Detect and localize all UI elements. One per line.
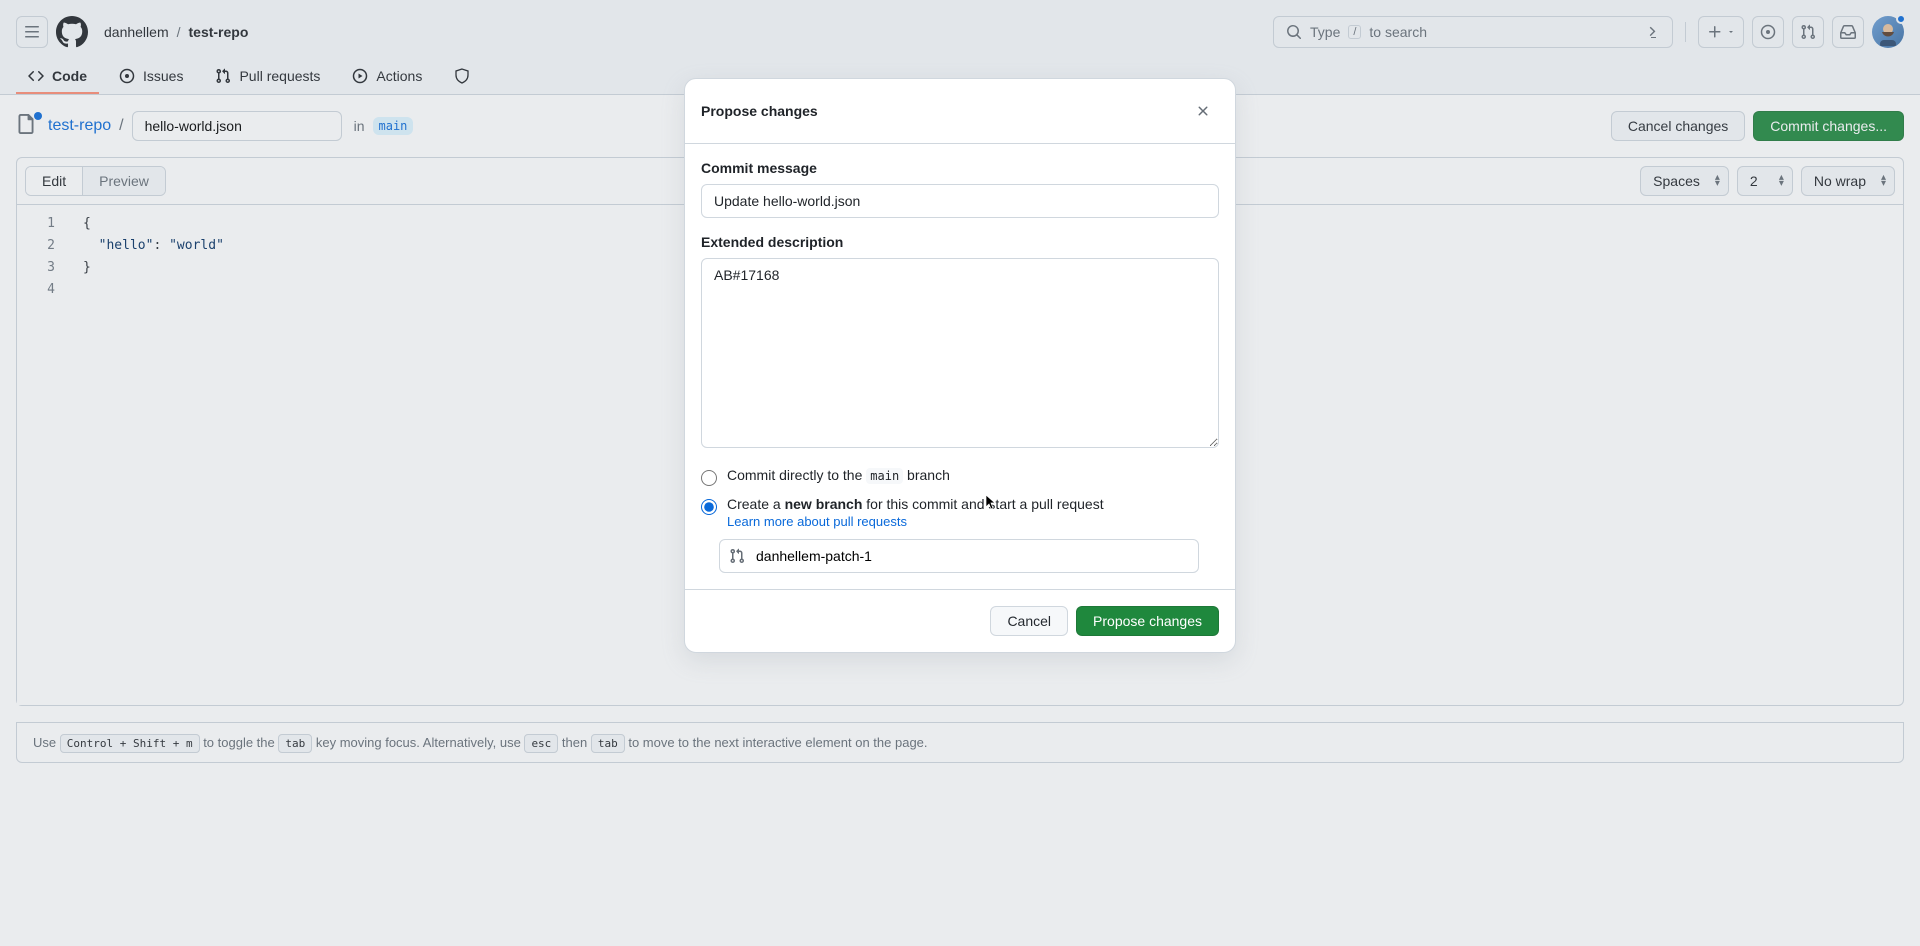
create-branch-radio[interactable]: [701, 499, 717, 515]
learn-more-link[interactable]: Learn more about pull requests: [727, 514, 1104, 529]
close-icon: [1195, 103, 1211, 119]
commit-direct-radio[interactable]: [701, 470, 717, 486]
git-branch-icon: [729, 548, 745, 564]
extended-description-label: Extended description: [701, 234, 1219, 250]
create-branch-label: Create a new branch for this commit and …: [727, 496, 1104, 529]
commit-message-input[interactable]: [701, 184, 1219, 218]
propose-changes-button[interactable]: Propose changes: [1076, 606, 1219, 636]
commit-message-label: Commit message: [701, 160, 1219, 176]
extended-description-textarea[interactable]: AB#17168: [701, 258, 1219, 448]
close-button[interactable]: [1187, 95, 1219, 127]
cancel-button[interactable]: Cancel: [990, 606, 1068, 636]
create-branch-radio-row[interactable]: Create a new branch for this commit and …: [701, 496, 1219, 529]
dialog-title: Propose changes: [701, 103, 818, 119]
commit-direct-label: Commit directly to the main branch: [727, 467, 950, 483]
branch-name-input[interactable]: [719, 539, 1199, 573]
propose-changes-dialog: Propose changes Commit message Extended …: [684, 78, 1236, 653]
commit-direct-radio-row[interactable]: Commit directly to the main branch: [701, 467, 1219, 486]
mouse-cursor: [986, 495, 998, 511]
